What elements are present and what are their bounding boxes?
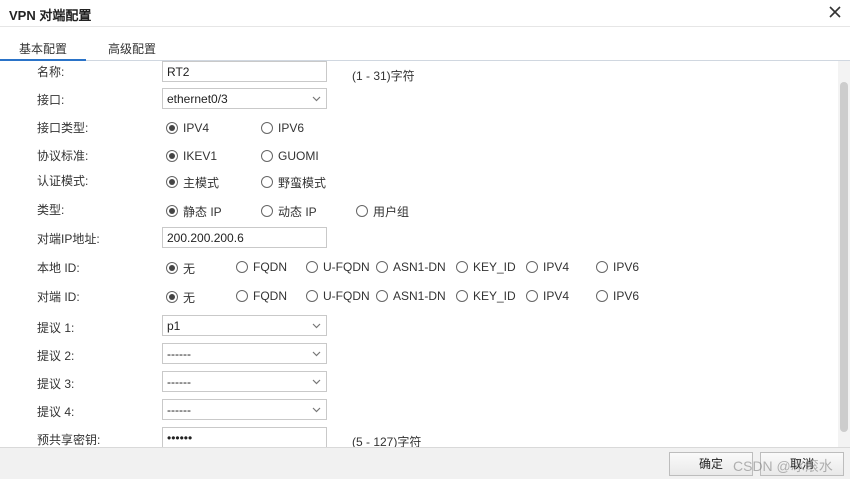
proposal3-value: ------	[167, 375, 191, 389]
radio-auth-main[interactable]: 主模式	[166, 174, 219, 190]
radio-dot	[596, 290, 608, 302]
radio-peer-ipv4[interactable]: IPV4	[526, 288, 569, 304]
radio-protocol-ikev1[interactable]: IKEV1	[166, 148, 217, 164]
proposal4-select[interactable]: ------	[162, 399, 327, 420]
radio-local-keyid[interactable]: KEY_ID	[456, 259, 516, 275]
radio-type-usergroup[interactable]: 用户组	[356, 203, 409, 219]
radio-interface-ipv6[interactable]: IPV6	[261, 120, 304, 136]
radio-dot	[166, 262, 178, 274]
interface-select[interactable]: ethernet0/3	[162, 88, 327, 109]
tab-bar: 基本配置 高级配置	[0, 37, 850, 61]
radio-peer-none[interactable]: 无	[166, 289, 195, 305]
radio-type-dynamic[interactable]: 动态 IP	[261, 203, 317, 219]
radio-peer-ufqdn[interactable]: U-FQDN	[306, 288, 370, 304]
type-label: 类型:	[37, 203, 65, 217]
proposal2-label: 提议 2:	[37, 349, 75, 363]
chevron-down-icon	[312, 407, 321, 413]
tab-basic[interactable]: 基本配置	[0, 40, 86, 61]
protocol-label: 协议标准:	[37, 149, 89, 163]
radio-dot	[166, 150, 178, 162]
radio-local-ipv6[interactable]: IPV6	[596, 259, 639, 275]
tab-advanced[interactable]: 高级配置	[108, 40, 156, 57]
radio-dot	[166, 205, 178, 217]
interface-type-label: 接口类型:	[37, 121, 89, 135]
peer-ip-input[interactable]: 200.200.200.6	[162, 227, 327, 248]
dialog-title: VPN 对端配置	[9, 8, 92, 23]
proposal3-select[interactable]: ------	[162, 371, 327, 392]
name-input[interactable]: RT2	[162, 61, 327, 82]
radio-dot	[166, 122, 178, 134]
peer-ip-label: 对端IP地址:	[37, 232, 100, 246]
radio-peer-keyid[interactable]: KEY_ID	[456, 288, 516, 304]
radio-dot	[261, 205, 273, 217]
radio-local-ufqdn[interactable]: U-FQDN	[306, 259, 370, 275]
radio-peer-fqdn[interactable]: FQDN	[236, 288, 287, 304]
peer-id-label: 对端 ID:	[37, 290, 80, 304]
proposal3-label: 提议 3:	[37, 377, 75, 391]
radio-peer-ipv6[interactable]: IPV6	[596, 288, 639, 304]
radio-dot	[526, 290, 538, 302]
radio-peer-asn1dn[interactable]: ASN1-DN	[376, 288, 446, 304]
auth-mode-label: 认证模式:	[37, 174, 89, 188]
radio-dot	[261, 150, 273, 162]
radio-type-static[interactable]: 静态 IP	[166, 203, 222, 219]
radio-dot	[166, 291, 178, 303]
radio-dot	[456, 290, 468, 302]
scrollbar-thumb[interactable]	[840, 82, 848, 432]
chevron-down-icon	[312, 351, 321, 357]
proposal2-select[interactable]: ------	[162, 343, 327, 364]
radio-protocol-guomi[interactable]: GUOMI	[261, 148, 319, 164]
radio-dot	[356, 205, 368, 217]
watermark: CSDN @冰滚水	[733, 458, 833, 474]
chevron-down-icon	[312, 323, 321, 329]
proposal1-value: p1	[167, 319, 181, 333]
proposal1-select[interactable]: p1	[162, 315, 327, 336]
chevron-down-icon	[312, 379, 321, 385]
psk-input[interactable]: ••••••	[162, 427, 327, 447]
radio-local-asn1dn[interactable]: ASN1-DN	[376, 259, 446, 275]
radio-dot	[236, 290, 248, 302]
interface-value: ethernet0/3	[167, 92, 228, 106]
title-bar: VPN 对端配置	[0, 0, 850, 27]
radio-dot	[261, 122, 273, 134]
radio-local-ipv4[interactable]: IPV4	[526, 259, 569, 275]
interface-label: 接口:	[37, 93, 65, 107]
radio-dot	[526, 261, 538, 273]
proposal4-label: 提议 4:	[37, 405, 75, 419]
close-icon[interactable]	[826, 3, 844, 21]
radio-dot	[306, 290, 318, 302]
name-hint: (1 - 31)字符	[352, 69, 415, 83]
proposal4-value: ------	[167, 403, 191, 417]
name-label: 名称:	[37, 65, 65, 79]
proposal2-value: ------	[167, 347, 191, 361]
proposal1-label: 提议 1:	[37, 321, 75, 335]
radio-auth-aggressive[interactable]: 野蛮模式	[261, 174, 326, 190]
local-id-label: 本地 ID:	[37, 261, 80, 275]
radio-local-none[interactable]: 无	[166, 260, 195, 276]
radio-dot	[376, 290, 388, 302]
radio-dot	[376, 261, 388, 273]
radio-dot	[456, 261, 468, 273]
radio-dot	[596, 261, 608, 273]
radio-dot	[261, 176, 273, 188]
radio-dot	[236, 261, 248, 273]
radio-interface-ipv4[interactable]: IPV4	[166, 120, 209, 136]
radio-dot	[306, 261, 318, 273]
radio-dot	[166, 176, 178, 188]
radio-local-fqdn[interactable]: FQDN	[236, 259, 287, 275]
form-content: 名称: RT2 (1 - 31)字符 接口: ethernet0/3 接口类型:…	[0, 61, 838, 447]
psk-hint: (5 - 127)字符	[352, 435, 422, 447]
chevron-down-icon	[312, 96, 321, 102]
dialog-footer: 确定 取消	[0, 447, 850, 479]
psk-label: 预共享密钥:	[37, 433, 101, 447]
